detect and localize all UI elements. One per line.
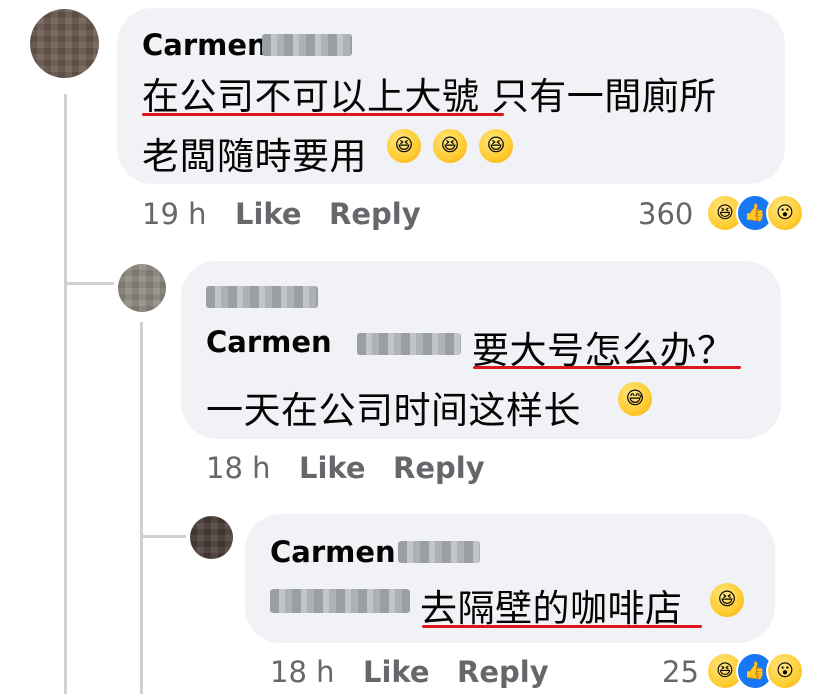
blurred-surname (398, 541, 480, 563)
comment-text: 去隔壁的咖啡店 (420, 587, 683, 630)
thread-line-reply (140, 322, 143, 694)
reply-button[interactable]: Reply (393, 451, 485, 485)
blurred-surname (262, 34, 352, 56)
wow-reaction-icon: 😮 (766, 652, 804, 690)
comment-timestamp[interactable]: 18 h (206, 451, 271, 485)
comment-author[interactable]: Carmen (270, 535, 396, 569)
comment-text-line-2: 一天在公司时间这样长 (206, 389, 581, 432)
comment-text-line-2: 老闆隨時要用 (142, 135, 367, 178)
reply-button[interactable]: Reply (329, 197, 421, 231)
like-button[interactable]: Like (235, 197, 302, 231)
thread-connector-reply-1 (64, 282, 114, 285)
thread-line-main (64, 94, 67, 694)
comment-author[interactable]: Carmen (142, 28, 268, 62)
rolling-laughing-emoji-icon: 😆 (433, 129, 467, 163)
highlight-underline (473, 366, 741, 369)
blurred-mention (270, 589, 410, 613)
mention-name[interactable]: Carmen (206, 325, 332, 359)
blurred-mention-surname (357, 333, 461, 355)
comment-timestamp[interactable]: 19 h (142, 197, 207, 231)
rolling-laughing-emoji-icon: 😆 (387, 129, 421, 163)
rolling-laughing-emoji-icon: 😆 (479, 129, 513, 163)
like-button[interactable]: Like (299, 451, 366, 485)
reaction-count[interactable]: 25 (662, 655, 699, 689)
sweat-smile-emoji-icon: 😅 (618, 382, 652, 416)
reply-button[interactable]: Reply (457, 655, 549, 689)
highlight-underline (422, 625, 702, 628)
rolling-laughing-emoji-icon: 😆 (710, 583, 744, 617)
wow-reaction-icon: 😮 (766, 194, 804, 232)
highlight-underline (142, 113, 504, 116)
avatar[interactable] (190, 516, 233, 559)
thread-connector-reply-2 (140, 535, 186, 538)
like-button[interactable]: Like (363, 655, 430, 689)
comment-text-line-1: 在公司不可以上大號 只有一間廁所 (142, 75, 717, 118)
comment-timestamp[interactable]: 18 h (270, 655, 335, 689)
blurred-author-name (206, 286, 318, 308)
avatar[interactable] (30, 9, 99, 78)
avatar[interactable] (118, 264, 166, 312)
reaction-count[interactable]: 360 (638, 197, 693, 231)
